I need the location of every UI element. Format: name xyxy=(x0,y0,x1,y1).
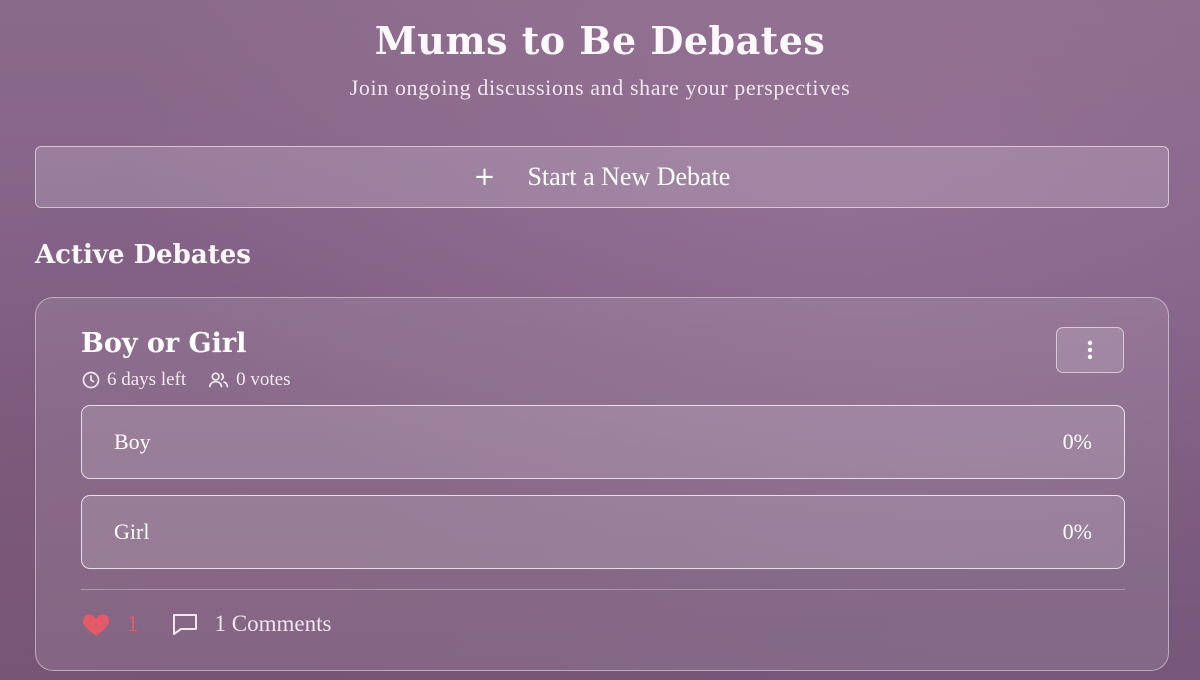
page: Mums to Be Debates Join ongoing discussi… xyxy=(0,0,1200,680)
debate-menu-button[interactable] xyxy=(1056,327,1124,373)
like-button[interactable]: 1 xyxy=(81,611,139,637)
comments-count: 1 Comments xyxy=(214,611,332,636)
more-vertical-icon xyxy=(1087,340,1093,360)
time-left: 6 days left xyxy=(81,369,186,391)
active-debates-heading: Active Debates xyxy=(35,240,251,270)
option-percent: 0% xyxy=(1062,429,1092,454)
clock-icon xyxy=(82,371,100,389)
message-square-icon xyxy=(172,614,197,635)
vote-count: 0 votes xyxy=(208,369,291,391)
plus-icon: + xyxy=(473,162,496,192)
like-count: 1 xyxy=(127,611,139,636)
vote-option-boy[interactable]: Boy 0% xyxy=(81,405,1125,479)
start-new-debate-button[interactable]: + Start a New Debate xyxy=(35,146,1169,208)
vote-count-text: 0 votes xyxy=(236,369,291,390)
page-title: Mums to Be Debates xyxy=(374,18,826,63)
vote-option-girl[interactable]: Girl 0% xyxy=(81,495,1125,569)
start-new-debate-label: Start a New Debate xyxy=(527,162,731,191)
card-divider xyxy=(81,589,1125,590)
option-label: Girl xyxy=(114,519,150,544)
time-left-text: 6 days left xyxy=(107,369,187,390)
heart-icon xyxy=(82,614,110,636)
users-icon xyxy=(209,372,229,388)
option-label: Boy xyxy=(114,429,151,454)
debate-card: Boy or Girl 6 days left 0 votes Boy 0% G… xyxy=(35,297,1169,671)
page-subtitle: Join ongoing discussions and share your … xyxy=(349,75,851,100)
debate-footer: 1 1 Comments xyxy=(81,611,331,637)
option-percent: 0% xyxy=(1062,519,1092,544)
debate-meta: 6 days left 0 votes xyxy=(81,369,291,391)
page-header: Mums to Be Debates Join ongoing discussi… xyxy=(0,0,1200,102)
comments-button[interactable]: 1 Comments xyxy=(171,611,332,637)
debate-title: Boy or Girl xyxy=(81,328,247,359)
